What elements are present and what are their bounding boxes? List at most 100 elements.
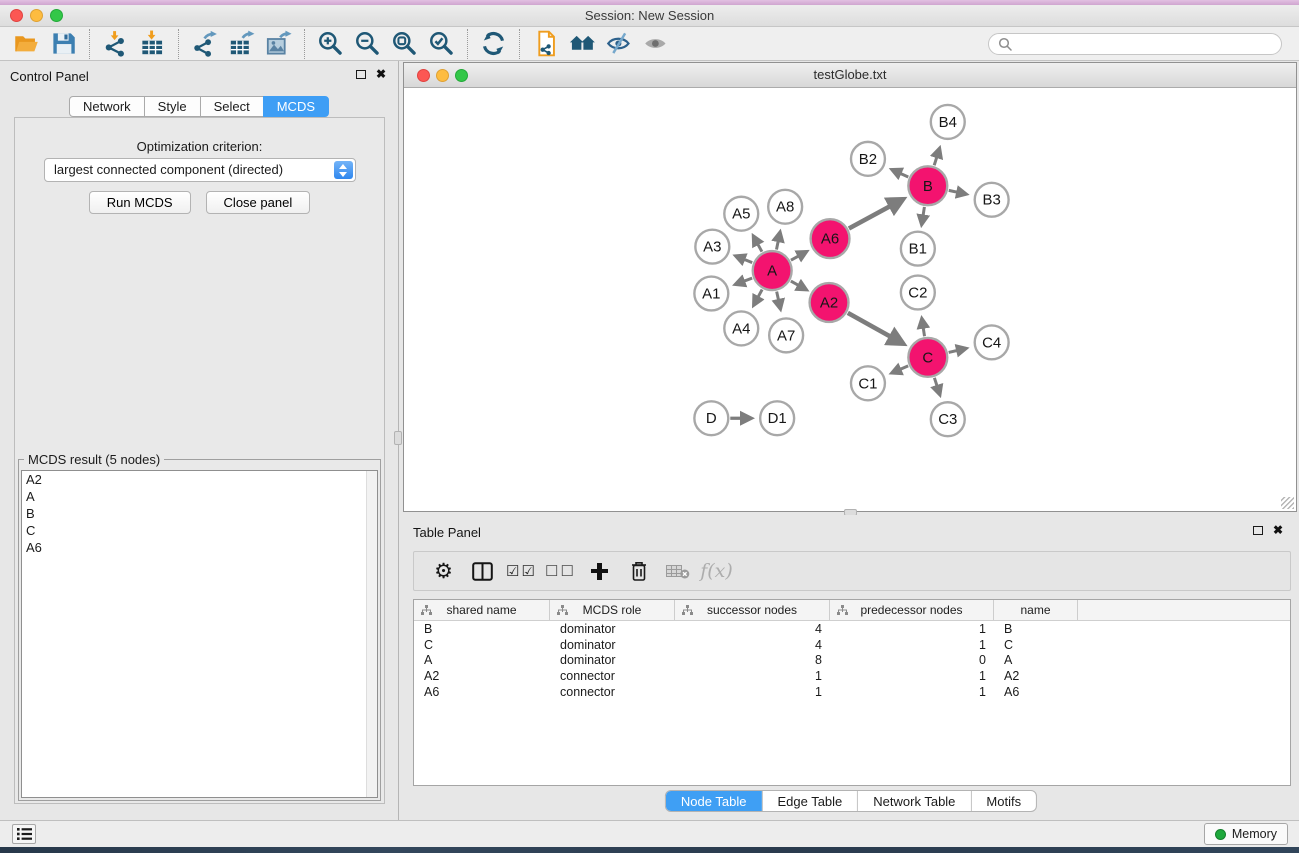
function-builder-button[interactable]: f(x)	[697, 553, 736, 589]
zoom-window-button[interactable]	[50, 9, 63, 22]
graph-node-D[interactable]: D	[694, 401, 728, 435]
close-window-button[interactable]	[10, 9, 23, 22]
task-history-button[interactable]	[12, 824, 36, 844]
show-column-panel-button[interactable]	[463, 553, 502, 589]
table-cell[interactable]: dominator	[550, 637, 675, 653]
graph-edge-B-B4[interactable]	[934, 148, 939, 165]
table-cell[interactable]: 8	[675, 652, 830, 668]
graph-edge-A-A7[interactable]	[777, 292, 781, 310]
graph-edge-A-A2[interactable]	[791, 281, 807, 290]
graph-node-A8[interactable]: A8	[768, 190, 802, 224]
table-cell[interactable]: A6	[414, 684, 550, 700]
table-row[interactable]: Adominator80A	[414, 652, 1290, 668]
table-cell[interactable]: 1	[830, 621, 994, 637]
graph-node-A5[interactable]: A5	[724, 197, 758, 231]
graph-edge-A-A4[interactable]	[754, 290, 762, 306]
result-scrollbar[interactable]	[366, 471, 377, 797]
table-cell[interactable]: 0	[830, 652, 994, 668]
float-panel-button[interactable]	[356, 70, 366, 79]
graph-edge-C-C3[interactable]	[934, 378, 939, 395]
graph-node-A7[interactable]: A7	[769, 318, 803, 352]
graph-edge-A-A1[interactable]	[735, 278, 752, 284]
table-cell[interactable]: C	[414, 637, 550, 653]
graph-edge-A-A5[interactable]	[753, 236, 762, 252]
graph-node-C[interactable]: C	[908, 338, 947, 377]
create-column-button[interactable]	[580, 553, 619, 589]
graph-edge-C-C4[interactable]	[949, 348, 967, 352]
table-cell[interactable]: B	[414, 621, 550, 637]
home-view-button[interactable]	[564, 29, 601, 59]
graph-edge-C-C1[interactable]	[892, 366, 908, 373]
show-all-button[interactable]	[638, 29, 675, 59]
import-network-button[interactable]	[97, 29, 134, 59]
graph-node-A1[interactable]: A1	[694, 277, 728, 311]
zoom-network-button[interactable]	[455, 69, 468, 82]
tab-network[interactable]: Network	[69, 96, 145, 117]
table-cell[interactable]: connector	[550, 668, 675, 684]
window-resize-grip[interactable]	[1281, 497, 1294, 509]
table-cell[interactable]: A2	[414, 668, 550, 684]
export-network-button[interactable]	[186, 29, 223, 59]
graph-node-A6[interactable]: A6	[811, 219, 850, 258]
graph-node-B4[interactable]: B4	[931, 105, 965, 139]
column-header-successor-nodes[interactable]: successor nodes	[675, 600, 830, 620]
graph-node-C4[interactable]: C4	[975, 325, 1009, 359]
table-cell[interactable]: A	[994, 652, 1078, 668]
graph-node-A[interactable]: A	[753, 251, 792, 290]
zoom-fit-button[interactable]	[386, 29, 423, 59]
graph-edge-A2-C[interactable]	[848, 313, 903, 344]
criterion-dropdown[interactable]: largest connected component (directed)	[44, 158, 356, 182]
export-image-button[interactable]	[260, 29, 297, 59]
network-from-file-button[interactable]	[527, 29, 564, 59]
table-cell[interactable]: 4	[675, 621, 830, 637]
network-graph[interactable]: B4B2BB3A8A5A6A3B1AC2A1A2A4A7C4CC1C3DD1	[404, 89, 1296, 511]
table-row[interactable]: A2connector11A2	[414, 668, 1290, 684]
minimize-network-button[interactable]	[436, 69, 449, 82]
graph-node-B3[interactable]: B3	[975, 183, 1009, 217]
table-cell[interactable]: 4	[675, 637, 830, 653]
run-mcds-button[interactable]: Run MCDS	[89, 191, 191, 214]
table-cell[interactable]: 1	[830, 668, 994, 684]
hide-selected-button[interactable]	[601, 29, 638, 59]
tab-edge-table[interactable]: Edge Table	[761, 791, 857, 811]
mcds-result-item[interactable]: A	[22, 488, 377, 505]
table-cell[interactable]: 1	[830, 637, 994, 653]
graph-edge-B-B2[interactable]	[892, 170, 908, 177]
dropdown-stepper-icon[interactable]	[334, 161, 353, 179]
search-input[interactable]	[1017, 36, 1272, 51]
graph-node-C3[interactable]: C3	[931, 402, 965, 436]
table-cell[interactable]: 1	[830, 684, 994, 700]
zoom-selected-button[interactable]	[423, 29, 460, 59]
mcds-result-list[interactable]: A2ABCA6	[21, 470, 378, 798]
table-row[interactable]: Cdominator41C	[414, 637, 1290, 653]
graph-edge-B-B1[interactable]	[922, 207, 925, 225]
minimize-window-button[interactable]	[30, 9, 43, 22]
unselect-all-columns-button[interactable]: ☐☐	[541, 553, 580, 589]
close-network-button[interactable]	[417, 69, 430, 82]
table-cell[interactable]: A2	[994, 668, 1078, 684]
memory-button[interactable]: Memory	[1204, 823, 1288, 845]
table-cell[interactable]: B	[994, 621, 1078, 637]
mcds-result-item[interactable]: B	[22, 505, 377, 522]
table-cell[interactable]: dominator	[550, 652, 675, 668]
tab-node-table[interactable]: Node Table	[666, 791, 762, 811]
close-panel-button[interactable]: ✖	[376, 69, 386, 80]
network-canvas[interactable]: B4B2BB3A8A5A6A3B1AC2A1A2A4A7C4CC1C3DD1	[404, 89, 1296, 511]
table-cell[interactable]: A	[414, 652, 550, 668]
tab-style[interactable]: Style	[144, 96, 201, 117]
table-options-button[interactable]: ⚙	[424, 553, 463, 589]
zoom-in-button[interactable]	[312, 29, 349, 59]
mcds-result-item[interactable]: C	[22, 522, 377, 539]
graph-node-B1[interactable]: B1	[901, 232, 935, 266]
save-session-button[interactable]	[45, 29, 82, 59]
graph-node-B2[interactable]: B2	[851, 142, 885, 176]
tab-motifs[interactable]: Motifs	[970, 791, 1036, 811]
column-header-mcds-role[interactable]: MCDS role	[550, 600, 675, 620]
network-window-titlebar[interactable]: testGlobe.txt	[404, 63, 1296, 88]
column-header-name[interactable]: name	[994, 600, 1078, 620]
table-cell[interactable]: dominator	[550, 621, 675, 637]
graph-edge-B-B3[interactable]	[949, 190, 967, 194]
close-panel-button-mcds[interactable]: Close panel	[206, 191, 311, 214]
table-cell[interactable]: A6	[994, 684, 1078, 700]
table-row[interactable]: Bdominator41B	[414, 621, 1290, 637]
